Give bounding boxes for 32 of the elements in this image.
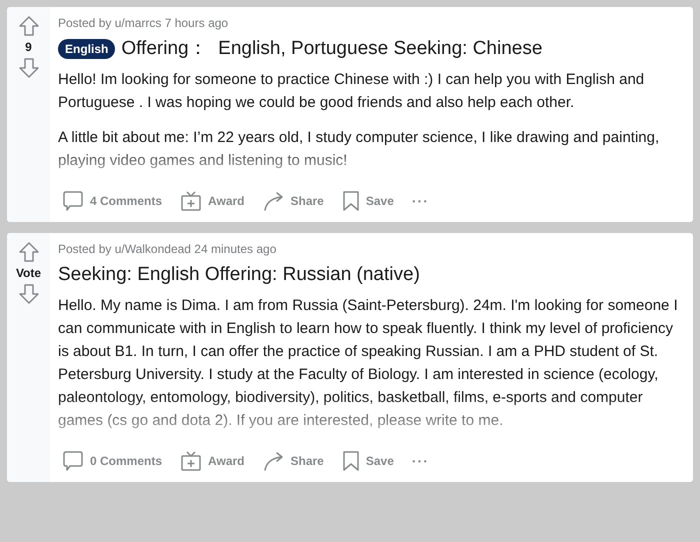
more-button[interactable]: ···	[408, 186, 433, 216]
speech-bubble-icon	[62, 450, 84, 472]
bookmark-icon	[342, 450, 360, 472]
gift-icon	[180, 450, 202, 472]
downvote-icon[interactable]	[18, 57, 40, 79]
share-button[interactable]: Share	[258, 446, 328, 476]
downvote-icon[interactable]	[18, 283, 40, 305]
save-button[interactable]: Save	[338, 446, 398, 476]
post-meta: Posted by u/Walkondead 24 minutes ago	[58, 241, 278, 257]
post-body-text: Hello! Im looking for someone to practice Chinese with :) I can help you with English and Portuguese . I was hoping we could be good friends and also help each other.	[58, 70, 646, 113]
post-title[interactable]: Seeking: English Offering: Russian (native)	[58, 262, 420, 288]
post-meta: Posted by u/marrcs 7 hours ago	[58, 15, 230, 31]
award-button[interactable]: Award	[176, 446, 248, 476]
speech-bubble-icon	[62, 190, 84, 212]
award-button[interactable]: Award	[176, 186, 248, 216]
share-arrow-icon	[262, 190, 284, 212]
share-button[interactable]: Share	[258, 186, 328, 216]
upvote-icon[interactable]	[18, 15, 40, 37]
vote-score: 9	[25, 39, 32, 55]
gift-icon	[180, 190, 202, 212]
flair-tag[interactable]: English	[58, 39, 116, 59]
comments-button[interactable]: 4 Comments	[58, 186, 166, 216]
post-body-text: Hello. My name is Dima. I am from Russia (Saint-Petersburg). 24m. I'm looking for someone I can communicate with in English to learn how to speak fluently. I think my level of proficiency is about B1. In turn, I can offer the practice of speaking Russian. I am a PHD student of St. Petersburg University. I study at the Faculty of Biology. I am interested in science (ecology, paleontology, entomology, biodiversity), politics, basketball, films, e-sports and computer games (cs go and dota 2). If you are interested, please write to me.	[58, 296, 679, 431]
more-button[interactable]: ···	[408, 446, 433, 476]
vote-score: Vote	[16, 265, 42, 281]
comments-button[interactable]: 0 Comments	[58, 446, 166, 476]
post-title[interactable]: Offering： English, Portuguese Seeking: Chinese	[121, 36, 542, 62]
bookmark-icon	[342, 190, 360, 212]
save-button[interactable]: Save	[338, 186, 398, 216]
share-arrow-icon	[262, 450, 284, 472]
upvote-icon[interactable]	[18, 241, 40, 263]
post-body-text: A little bit about me: I’m 22 years old, I study computer science, I like drawing and painting, playing video games and listening to music!	[58, 128, 660, 171]
